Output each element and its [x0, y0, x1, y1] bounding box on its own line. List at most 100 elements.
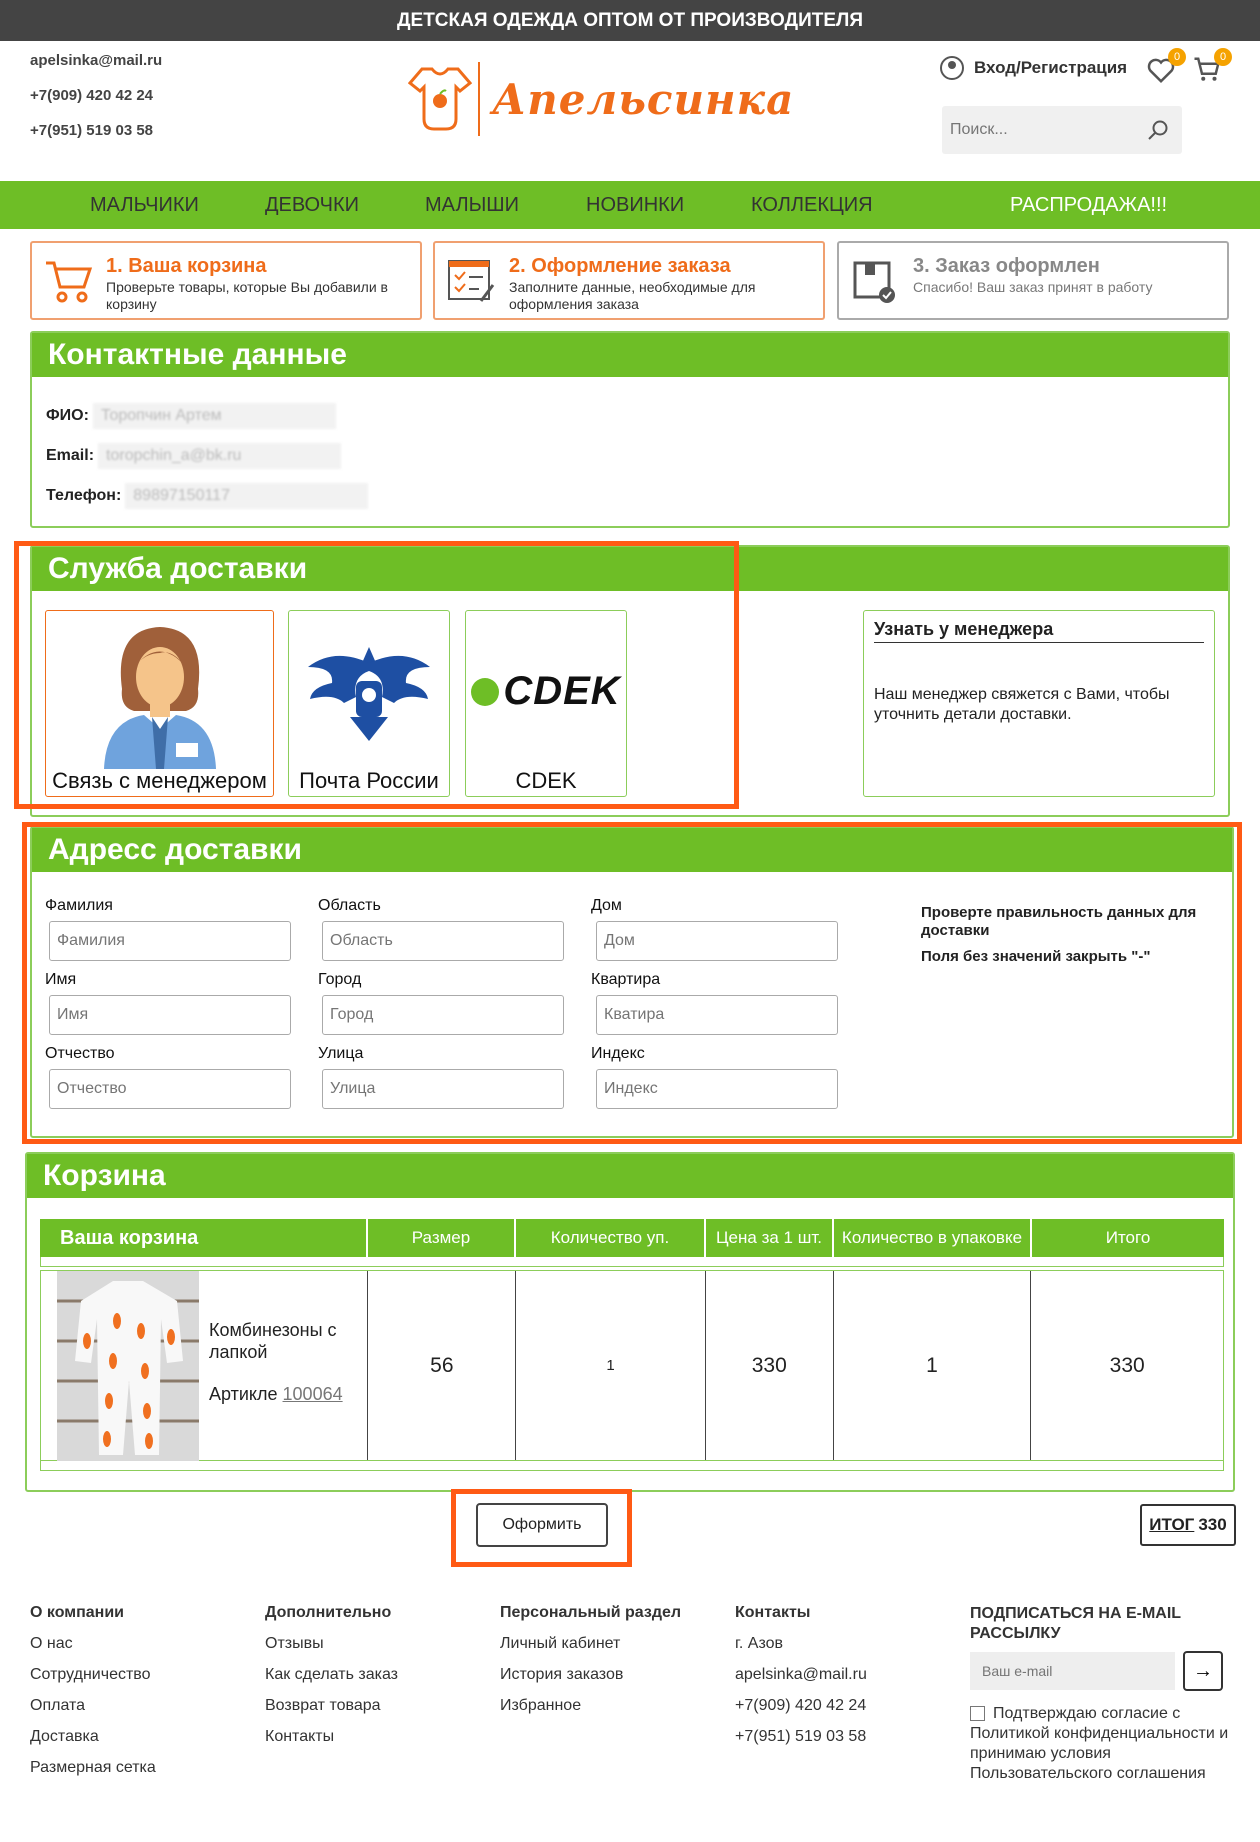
grand-total-label: ИТОГ: [1149, 1515, 1195, 1534]
footer-link[interactable]: О нас: [30, 1635, 156, 1666]
login-link[interactable]: Вход/Регистрация: [940, 56, 1127, 80]
highlight-frame: [22, 822, 1242, 1144]
footer-link[interactable]: Как сделать заказ: [265, 1666, 398, 1697]
article-link[interactable]: 100064: [283, 1384, 343, 1404]
footer-link[interactable]: Оплата: [30, 1697, 156, 1728]
fio-row: ФИО: Торопчин Артем: [46, 403, 336, 429]
delivery-info-title: Узнать у менеджера: [874, 619, 1204, 643]
logo[interactable]: Апельсинка: [408, 62, 794, 136]
step-title: 3. Заказ оформлен: [913, 255, 1100, 277]
delivery-info-box: Узнать у менеджера Наш менеджер свяжется…: [863, 610, 1215, 797]
step-desc: Заполните данные, необходимые для оформл…: [509, 279, 756, 312]
footer-email[interactable]: apelsinka@mail.ru: [735, 1666, 867, 1697]
step-cart[interactable]: 1. Ваша корзина Проверьте товары, которы…: [30, 241, 422, 320]
footer-heading: Дополнительно: [265, 1604, 392, 1621]
fio-value: Торопчин Артем: [92, 403, 336, 429]
phone-label: Телефон:: [46, 487, 122, 504]
footer-link[interactable]: Отзывы: [265, 1635, 398, 1666]
footer-link[interactable]: Сотрудничество: [30, 1666, 156, 1697]
product-image[interactable]: [57, 1271, 199, 1461]
step-checkout[interactable]: 2. Оформление заказа Заполните данные, н…: [433, 241, 825, 320]
phone-row: Телефон: 89897150117: [46, 483, 369, 509]
onesie-logo-icon: [408, 67, 472, 131]
nav-new[interactable]: НОВИНКИ: [586, 194, 684, 217]
footer-link[interactable]: История заказов: [500, 1666, 681, 1697]
grand-total-value: 330: [1198, 1515, 1227, 1534]
cart-icon: [46, 261, 93, 303]
grand-total: ИТОГ 330: [1140, 1504, 1236, 1546]
consent-checkbox[interactable]: [970, 1706, 985, 1722]
logo-text: Апельсинка: [492, 74, 795, 124]
footer-extra: Дополнительно Отзывы Как сделать заказ В…: [265, 1604, 398, 1759]
price-cell: 330: [706, 1271, 834, 1460]
subscribe-submit-button[interactable]: →: [1183, 1651, 1223, 1691]
header-contacts: apelsinka@mail.ru +7(909) 420 42 24 +7(9…: [30, 52, 162, 157]
col-price: Цена за 1 шт.: [706, 1219, 834, 1257]
footer-link[interactable]: Возврат товара: [265, 1697, 398, 1728]
product-info: Комбинезоны с лапкой Артикле 100064: [209, 1319, 359, 1405]
nav-boys[interactable]: МАЛЬЧИКИ: [90, 194, 199, 217]
footer-link[interactable]: Личный кабинет: [500, 1635, 681, 1666]
cart-button[interactable]: 0: [1192, 48, 1232, 86]
subscribe-email-input[interactable]: [970, 1652, 1175, 1690]
product-article: Артикле 100064: [209, 1383, 359, 1405]
fio-label: ФИО:: [46, 407, 89, 424]
footer-link[interactable]: Контакты: [265, 1728, 398, 1759]
email-value: toropchin_a@bk.ru: [98, 443, 342, 469]
step-title: 2. Оформление заказа: [509, 255, 731, 277]
nav-sale[interactable]: РАСПРОДАЖА!!!: [1010, 194, 1167, 217]
header-phone-1[interactable]: +7(909) 420 42 24: [30, 87, 162, 122]
header-phone-2[interactable]: +7(951) 519 03 58: [30, 122, 162, 157]
login-label: Вход/Регистрация: [974, 58, 1128, 77]
highlight-frame: [451, 1489, 632, 1567]
user-icon: [940, 56, 964, 80]
product-name[interactable]: Комбинезоны с лапкой: [209, 1319, 359, 1363]
footer-contacts: Контакты г. Азов apelsinka@mail.ru +7(90…: [735, 1604, 867, 1759]
footer-phone[interactable]: +7(951) 519 03 58: [735, 1728, 867, 1759]
cart-footer-rule: [40, 1461, 1224, 1471]
footer-personal: Персональный раздел Личный кабинет Истор…: [500, 1604, 681, 1728]
footer-link[interactable]: Размерная сетка: [30, 1759, 156, 1790]
nav-babies[interactable]: МАЛЫШИ: [425, 194, 519, 217]
step-desc: Проверьте товары, которые Вы добавили в …: [106, 279, 388, 312]
cart-count-badge: 0: [1214, 48, 1232, 66]
consent: Подтверждаю согласие с Политикой конфиде…: [970, 1704, 1240, 1784]
col-packs: Количество уп.: [516, 1219, 706, 1257]
box-check-icon: [853, 261, 895, 303]
col-per-pack: Количество в упаковке: [834, 1219, 1032, 1257]
footer-heading: О компании: [30, 1604, 124, 1621]
main-nav: МАЛЬЧИКИ ДЕВОЧКИ МАЛЫШИ НОВИНКИ КОЛЛЕКЦИ…: [0, 181, 1260, 229]
email-row: Email: toropchin_a@bk.ru: [46, 443, 342, 469]
footer-heading: Персональный раздел: [500, 1604, 682, 1621]
total-cell: 330: [1109, 1353, 1145, 1377]
col-total: Итого: [1105, 1228, 1151, 1247]
search-box: [942, 106, 1182, 154]
footer-heading: Контакты: [735, 1604, 811, 1621]
subscribe-title: ПОДПИСАТЬСЯ НА E-MAIL РАССЫЛКУ: [970, 1605, 1181, 1642]
nav-collection[interactable]: КОЛЛЕКЦИЯ: [751, 194, 873, 217]
step-done[interactable]: 3. Заказ оформлен Спасибо! Ваш заказ при…: [837, 241, 1229, 320]
col-size: Размер: [368, 1219, 516, 1257]
cart-header-rule: [40, 1257, 1224, 1267]
wishlist-button[interactable]: 0: [1146, 48, 1186, 86]
packs-cell[interactable]: 1: [516, 1271, 706, 1460]
article-label: Артикле: [209, 1384, 278, 1404]
cart-title: Корзина: [27, 1154, 1233, 1198]
step-title: 1. Ваша корзина: [106, 255, 267, 277]
contact-title: Контактные данные: [32, 333, 1228, 377]
email-label: Email:: [46, 447, 95, 464]
search-input[interactable]: [950, 121, 1140, 139]
wishlist-count-badge: 0: [1168, 48, 1186, 66]
header-email[interactable]: apelsinka@mail.ru: [30, 52, 162, 87]
contact-panel: Контактные данные ФИО: Торопчин Артем Ema…: [30, 331, 1230, 528]
cart-table-header: Ваша корзина Размер Количество уп. Цена …: [40, 1219, 1224, 1257]
step-desc: Спасибо! Ваш заказ принят в работу: [913, 279, 1153, 295]
phone-value: 89897150117: [125, 483, 369, 509]
footer-link[interactable]: Доставка: [30, 1728, 156, 1759]
logo-divider: [478, 62, 480, 136]
footer-phone[interactable]: +7(909) 420 42 24: [735, 1697, 867, 1728]
nav-girls[interactable]: ДЕВОЧКИ: [265, 194, 359, 217]
search-icon[interactable]: [1146, 118, 1170, 142]
size-cell: 56: [368, 1271, 517, 1460]
footer-link[interactable]: Избранное: [500, 1697, 681, 1728]
